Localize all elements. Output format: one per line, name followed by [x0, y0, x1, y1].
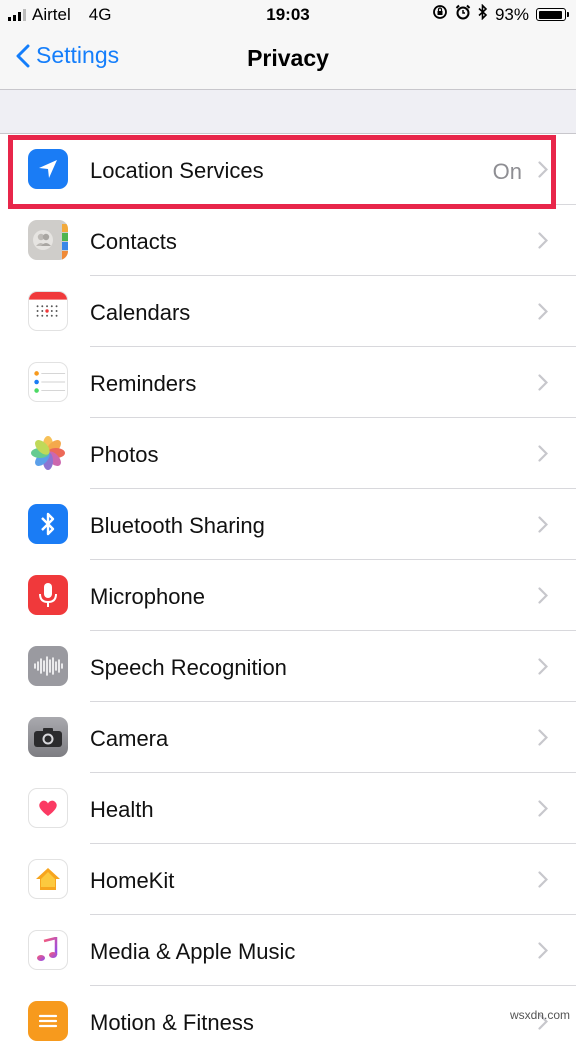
row-label: Photos: [90, 442, 159, 467]
reminders-icon: [28, 362, 68, 402]
status-bar: Airtel 4G 19:03 93%: [0, 0, 576, 30]
row-label: Contacts: [90, 229, 177, 254]
chevron-right-icon: [538, 161, 548, 178]
row-bluetooth-sharing[interactable]: Bluetooth Sharing: [0, 489, 576, 560]
page-title: Privacy: [247, 45, 329, 71]
row-label: Bluetooth Sharing: [90, 513, 265, 538]
row-label: Camera: [90, 726, 169, 751]
chevron-right-icon: [538, 516, 548, 533]
status-left: Airtel 4G: [8, 5, 111, 25]
row-label: HomeKit: [90, 868, 175, 893]
row-calendars[interactable]: Calendars: [0, 276, 576, 347]
calendar-icon: [28, 291, 68, 331]
row-label: Motion & Fitness: [90, 1010, 254, 1035]
privacy-settings-list: Location Services On Contacts Calendars …: [0, 133, 576, 1057]
row-contacts[interactable]: Contacts: [0, 205, 576, 276]
chevron-right-icon: [538, 232, 548, 249]
row-health[interactable]: Health: [0, 773, 576, 844]
battery-icon: [536, 8, 569, 21]
row-camera[interactable]: Camera: [0, 702, 576, 773]
location-arrow-icon: [28, 149, 68, 189]
row-label: Media & Apple Music: [90, 939, 296, 964]
row-speech-recognition[interactable]: Speech Recognition: [0, 631, 576, 702]
row-location-services[interactable]: Location Services On: [0, 134, 576, 205]
watermark-text: wsxdn.com: [509, 1008, 570, 1022]
navigation-bar: Settings Privacy: [0, 30, 576, 90]
home-icon: [28, 859, 68, 899]
music-note-icon: [28, 930, 68, 970]
status-right: 93%: [432, 3, 569, 25]
row-motion-fitness[interactable]: Motion & Fitness: [0, 986, 576, 1057]
chevron-right-icon: [538, 871, 548, 888]
camera-icon: [28, 717, 68, 757]
chevron-right-icon: [538, 658, 548, 675]
row-photos[interactable]: Photos: [0, 418, 576, 489]
bluetooth-icon: [28, 504, 68, 544]
contacts-icon: [28, 220, 68, 260]
row-label: Calendars: [90, 300, 191, 325]
row-microphone[interactable]: Microphone: [0, 560, 576, 631]
row-value: On: [492, 159, 522, 184]
chevron-right-icon: [538, 587, 548, 604]
row-label: Location Services: [90, 158, 264, 183]
chevron-right-icon: [538, 942, 548, 959]
battery-percent: 93%: [494, 4, 529, 24]
chevron-right-icon: [538, 800, 548, 817]
signal-icon: [8, 9, 26, 21]
row-label: Microphone: [90, 584, 205, 609]
bluetooth-icon: [478, 3, 488, 25]
waveform-icon: [28, 646, 68, 686]
rotation-lock-icon: [432, 4, 448, 25]
microphone-icon: [28, 575, 68, 615]
heart-icon: [28, 788, 68, 828]
alarm-icon: [455, 4, 471, 25]
carrier-name: Airtel: [32, 5, 71, 24]
row-label: Reminders: [90, 371, 197, 396]
row-label: Speech Recognition: [90, 655, 287, 680]
row-media-apple-music[interactable]: Media & Apple Music: [0, 915, 576, 986]
row-reminders[interactable]: Reminders: [0, 347, 576, 418]
chevron-right-icon: [538, 374, 548, 391]
motion-icon: [28, 1001, 68, 1041]
chevron-right-icon: [538, 445, 548, 462]
network-type: 4G: [88, 5, 112, 24]
chevron-right-icon: [538, 729, 548, 746]
row-homekit[interactable]: HomeKit: [0, 844, 576, 915]
row-label: Health: [90, 797, 154, 822]
photos-icon: [28, 433, 68, 473]
chevron-right-icon: [538, 303, 548, 320]
